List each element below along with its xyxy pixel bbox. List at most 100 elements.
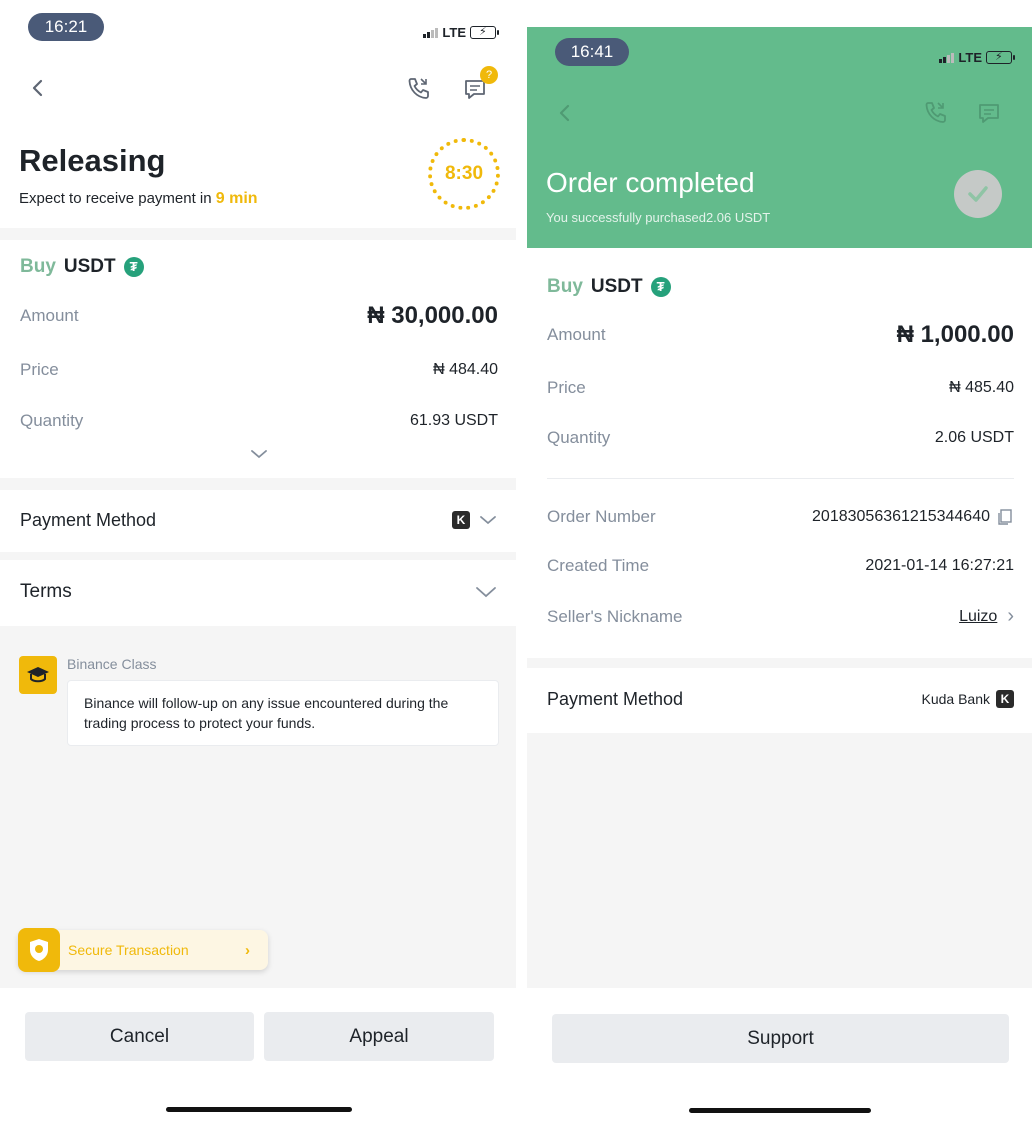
message-sender: Binance Class	[67, 656, 157, 672]
releasing-screen: 16:21 LTE ⚡ ? Releasing Expect to receiv…	[0, 0, 516, 1130]
amount-label: Amount	[547, 325, 606, 344]
chevron-down-icon	[251, 450, 267, 459]
chat-bubble-icon	[979, 104, 999, 123]
quantity-row: Quantity 61.93 USDT	[20, 411, 498, 431]
status-time: 16:41	[555, 38, 629, 66]
price-label: Price	[547, 378, 586, 397]
order-number-label: Order Number	[547, 507, 656, 526]
tether-icon: ₮	[650, 277, 671, 297]
order-number-value-group: 20183056361215344640	[812, 508, 1014, 526]
terms-label: Terms	[20, 581, 72, 602]
purchase-summary: You successfully purchased2.06 USDT	[546, 210, 771, 225]
chevron-down-icon	[480, 516, 496, 525]
created-time-row: Created Time 2021-01-14 16:27:21	[547, 556, 1014, 576]
payment-eta: Expect to receive payment in 9 min	[19, 190, 258, 208]
secure-transaction-banner[interactable]: Secure Transaction ›	[18, 928, 268, 972]
empty-area	[527, 733, 1032, 988]
expand-details-button[interactable]	[248, 444, 270, 464]
amount-row: Amount ₦ 30,000.00	[20, 302, 498, 330]
amount-value: ₦ 1,000.00	[896, 321, 1014, 348]
chevron-right-icon: ›	[1007, 605, 1014, 627]
amount-row: Amount ₦ 1,000.00	[547, 321, 1014, 349]
message-bubble: Binance will follow-up on any issue enco…	[67, 680, 499, 746]
chat-badge: ?	[480, 66, 498, 84]
back-arrow-icon	[559, 104, 570, 122]
quantity-value: 2.06 USDT	[934, 429, 1014, 446]
section-divider	[0, 478, 516, 490]
signal-icon	[423, 27, 439, 38]
payment-method-value: Kuda Bank K	[921, 690, 1014, 708]
copy-icon[interactable]	[996, 508, 1014, 526]
page-title: Releasing	[19, 143, 166, 178]
secure-transaction-label: Secure Transaction	[68, 942, 189, 958]
section-divider	[0, 552, 516, 560]
price-label: Price	[20, 360, 59, 379]
payment-eta-time: 9 min	[215, 190, 258, 207]
seller-row[interactable]: Seller's Nickname Luizo ›	[547, 605, 1014, 628]
chat-button[interactable]: ?	[462, 66, 498, 103]
order-side: Buy	[20, 256, 56, 277]
order-asset-name: USDT	[63, 256, 116, 277]
chevron-down-icon	[476, 587, 496, 598]
cancel-button[interactable]: Cancel	[25, 1012, 254, 1061]
created-time-value: 2021-01-14 16:27:21	[865, 557, 1014, 574]
shield-icon	[18, 928, 60, 972]
quantity-label: Quantity	[20, 411, 84, 430]
check-circle-icon	[954, 170, 1002, 218]
back-arrow-icon	[32, 79, 43, 97]
back-button[interactable]	[553, 99, 577, 127]
order-side: Buy	[547, 276, 583, 297]
phone-call-icon	[925, 102, 946, 123]
section-divider	[0, 228, 516, 240]
created-time-label: Created Time	[547, 556, 650, 575]
price-row: Price ₦ 484.40	[20, 360, 498, 380]
call-button[interactable]	[923, 99, 949, 125]
phone-call-icon	[408, 78, 429, 99]
chevron-right-icon: ›	[245, 941, 250, 959]
order-number-value: 20183056361215344640	[812, 508, 990, 525]
amount-value: ₦ 30,000.00	[367, 302, 498, 329]
order-completed-screen: 16:41 LTE ⚡ Order completed You successf…	[527, 0, 1032, 1130]
order-asset-name: USDT	[590, 276, 643, 297]
section-divider	[527, 658, 1032, 668]
kuda-bank-logo: K	[996, 690, 1014, 708]
home-indicator[interactable]	[166, 1107, 352, 1112]
seller-link[interactable]: Luizo	[959, 608, 997, 626]
network-label: LTE	[958, 50, 982, 65]
terms-row[interactable]: Terms	[20, 576, 498, 608]
back-button[interactable]	[26, 74, 50, 102]
home-indicator[interactable]	[689, 1108, 871, 1113]
binance-class-avatar	[19, 656, 57, 694]
payment-method-row[interactable]: Payment Method Kuda Bank K	[547, 683, 1014, 715]
battery-icon: ⚡	[470, 26, 499, 39]
quantity-row: Quantity 2.06 USDT	[547, 428, 1014, 448]
payment-method-value: K	[452, 511, 498, 529]
seller-label: Seller's Nickname	[547, 606, 683, 626]
payment-eta-prefix: Expect to receive payment in	[19, 190, 212, 207]
page-title: Order completed	[546, 167, 755, 198]
call-button[interactable]	[406, 75, 432, 101]
quantity-label: Quantity	[547, 428, 611, 447]
kuda-bank-logo: K	[452, 511, 470, 529]
price-value: ₦ 484.40	[433, 361, 498, 378]
status-indicators: LTE ⚡	[939, 50, 1015, 65]
support-button[interactable]: Support	[552, 1014, 1009, 1063]
seller-value-group: Luizo ›	[959, 605, 1014, 628]
quantity-value: 61.93 USDT	[409, 412, 498, 429]
status-time: 16:21	[28, 13, 104, 41]
screen-gap	[516, 0, 527, 1130]
order-asset: Buy USDT ₮	[547, 276, 671, 298]
order-asset: Buy USDT ₮	[20, 256, 144, 278]
chat-button[interactable]	[976, 99, 1004, 127]
appeal-button[interactable]: Appeal	[264, 1012, 494, 1061]
divider	[547, 478, 1014, 479]
amount-label: Amount	[20, 306, 79, 325]
signal-icon	[939, 52, 955, 63]
countdown-value: 8:30	[444, 163, 484, 184]
network-label: LTE	[442, 25, 466, 40]
payment-method-name: Kuda Bank	[921, 691, 991, 707]
payment-method-row[interactable]: Payment Method K	[20, 504, 498, 536]
status-indicators: LTE ⚡	[423, 25, 499, 40]
price-row: Price ₦ 485.40	[547, 378, 1014, 398]
order-number-row: Order Number 20183056361215344640	[547, 507, 1014, 527]
